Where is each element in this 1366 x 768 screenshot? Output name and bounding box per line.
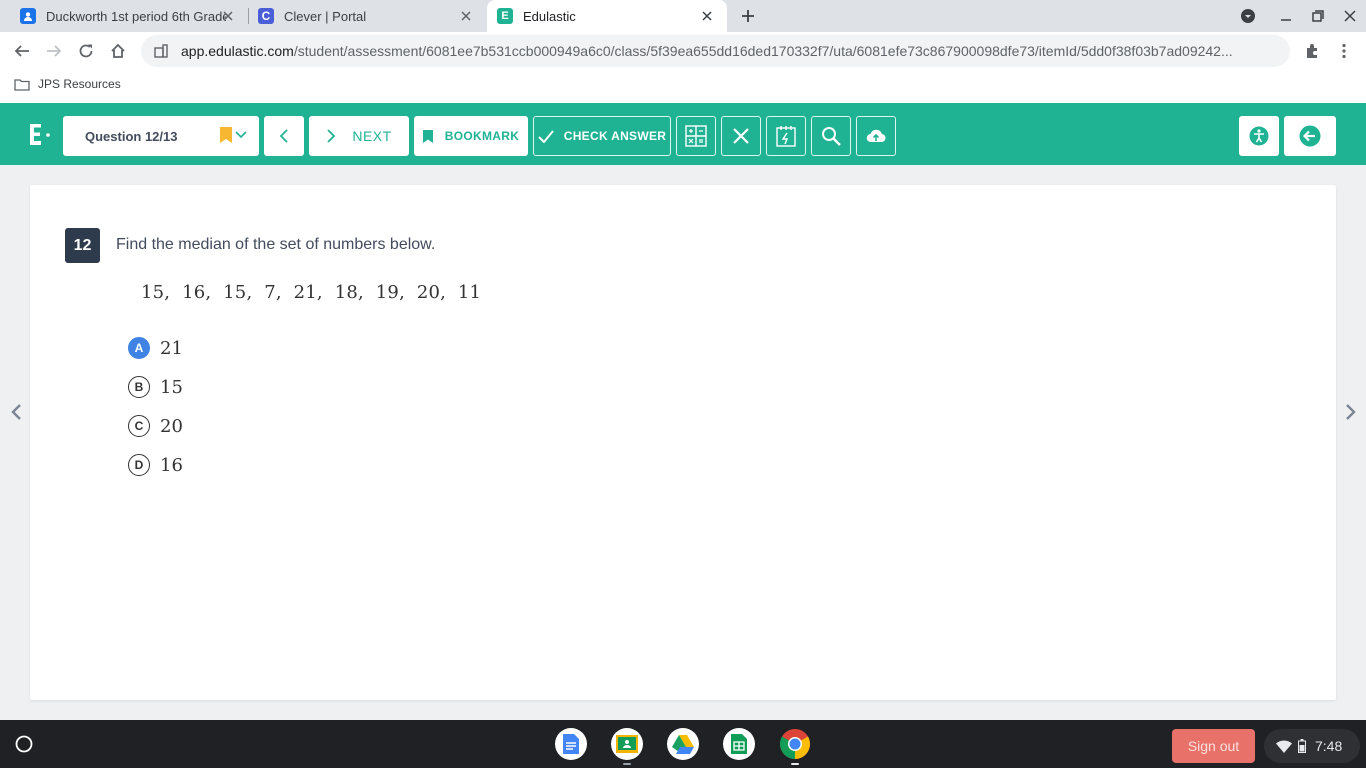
address-bar[interactable]: app.edulastic.com/student/assessment/608… — [141, 35, 1290, 67]
bookmark-flag-icon — [220, 127, 232, 143]
extensions-icon[interactable] — [1300, 39, 1324, 63]
exit-button[interactable] — [1284, 116, 1336, 156]
number-set: 15, 16, 15, 7, 21, 18, 19, 20, 11 — [141, 282, 482, 303]
bookmark-label: JPS Resources — [38, 77, 121, 91]
bookmark-jps-resources[interactable]: JPS Resources — [14, 77, 121, 91]
url-text: app.edulastic.com/student/assessment/608… — [181, 43, 1281, 59]
running-indicator — [623, 763, 631, 765]
check-answer-button[interactable]: CHECK ANSWER — [533, 116, 671, 156]
sign-out-button[interactable]: Sign out — [1172, 729, 1255, 763]
calculator-icon — [685, 125, 707, 147]
option-a[interactable]: A 21 — [128, 335, 183, 361]
cloud-upload-icon — [866, 128, 886, 144]
chevron-left-icon — [279, 129, 289, 143]
google-sheets-app-icon[interactable] — [723, 728, 755, 760]
minimize-icon[interactable] — [1274, 4, 1298, 28]
clock: 7:48 — [1315, 738, 1343, 754]
check-answer-label: CHECK ANSWER — [563, 129, 667, 143]
question-number: 12 — [65, 228, 100, 263]
menu-icon[interactable] — [1332, 39, 1356, 63]
status-tray[interactable]: 7:48 — [1264, 729, 1360, 763]
close-tab-icon[interactable] — [220, 8, 236, 24]
forward-icon[interactable] — [42, 39, 66, 63]
tab-title: Duckworth 1st period 6th Grade — [46, 8, 226, 24]
accessibility-button[interactable] — [1239, 116, 1279, 156]
close-tab-icon[interactable] — [699, 8, 715, 24]
question-card: 12 Find the median of the set of numbers… — [30, 185, 1336, 700]
bookmark-icon — [422, 129, 433, 143]
os-shelf: Sign out 7:48 — [0, 720, 1366, 768]
url-path: /student/assessment/6081ee7b531ccb000949… — [293, 43, 1233, 59]
bookmarks-bar: JPS Resources — [0, 70, 1366, 103]
tab-clever[interactable]: C Clever | Portal — [250, 0, 486, 32]
next-label: NEXT — [352, 128, 392, 144]
option-letter: A — [128, 337, 150, 359]
running-indicator — [791, 763, 799, 765]
browser-toolbar: app.edulastic.com/student/assessment/608… — [0, 32, 1366, 70]
tab-edulastic[interactable]: E Edulastic — [487, 0, 727, 32]
bookmark-button[interactable]: BOOKMARK — [414, 116, 528, 156]
calculator-button[interactable] — [676, 116, 716, 156]
folder-icon — [14, 78, 30, 91]
url-host: app.edulastic.com — [181, 43, 294, 59]
question-select-label: Question 12/13 — [85, 128, 178, 144]
option-c[interactable]: C 20 — [128, 413, 183, 439]
home-icon[interactable] — [106, 39, 130, 63]
question-stem: Find the median of the set of numbers be… — [116, 236, 436, 253]
option-value: 21 — [160, 337, 183, 359]
option-letter: C — [128, 415, 150, 437]
wifi-icon — [1276, 739, 1292, 753]
close-tab-icon[interactable] — [458, 8, 474, 24]
tab-title: Edulastic — [523, 8, 576, 24]
assessment-header: Question 12/13 NEXT BOOKMARK CHECK ANSWE… — [0, 103, 1366, 165]
option-value: 15 — [160, 376, 183, 398]
battery-icon — [1298, 739, 1306, 753]
edulastic-favicon-icon: E — [497, 8, 513, 24]
edulastic-logo-icon — [28, 121, 56, 149]
tab-strip: Duckworth 1st period 6th Grade C Clever … — [0, 0, 1366, 32]
reload-icon[interactable] — [74, 39, 98, 63]
exit-icon — [1299, 125, 1321, 147]
classroom-favicon-icon — [20, 8, 36, 24]
chevron-right-icon — [326, 129, 336, 143]
accessibility-icon — [1249, 126, 1269, 146]
tab-search-icon[interactable] — [1236, 4, 1260, 28]
close-icon — [732, 127, 750, 145]
previous-question-arrow-icon[interactable] — [6, 402, 26, 422]
answer-eliminator-button[interactable] — [721, 116, 761, 156]
google-classroom-app-icon[interactable] — [611, 728, 643, 760]
option-value: 20 — [160, 415, 183, 437]
option-b[interactable]: B 15 — [128, 374, 183, 400]
chrome-app-icon[interactable] — [779, 728, 811, 760]
close-window-icon[interactable] — [1338, 4, 1362, 28]
magnifier-icon — [821, 126, 841, 146]
tab-separator — [248, 8, 249, 24]
site-info-icon[interactable] — [151, 41, 171, 61]
magnifier-button[interactable] — [811, 116, 851, 156]
google-drive-app-icon[interactable] — [667, 728, 699, 760]
google-docs-app-icon[interactable] — [555, 728, 587, 760]
new-tab-button[interactable] — [736, 4, 760, 28]
option-d[interactable]: D 16 — [128, 452, 183, 478]
tab-title: Clever | Portal — [284, 8, 367, 24]
check-icon — [538, 129, 554, 143]
scratchpad-button[interactable] — [766, 116, 806, 156]
next-question-arrow-icon[interactable] — [1341, 402, 1361, 422]
question-select[interactable]: Question 12/13 — [63, 116, 259, 156]
clever-favicon-icon: C — [258, 8, 274, 24]
next-button[interactable]: NEXT — [309, 116, 409, 156]
tab-duckworth[interactable]: Duckworth 1st period 6th Grade — [12, 0, 248, 32]
previous-button[interactable] — [264, 116, 304, 156]
upload-button[interactable] — [856, 116, 896, 156]
option-letter: D — [128, 454, 150, 476]
bookmark-label: BOOKMARK — [444, 129, 520, 143]
option-value: 16 — [160, 454, 183, 476]
option-letter: B — [128, 376, 150, 398]
restore-icon[interactable] — [1306, 4, 1330, 28]
launcher-icon[interactable] — [12, 732, 36, 756]
back-icon[interactable] — [10, 39, 34, 63]
chevron-down-icon — [235, 130, 247, 140]
scratchpad-icon — [776, 125, 796, 147]
